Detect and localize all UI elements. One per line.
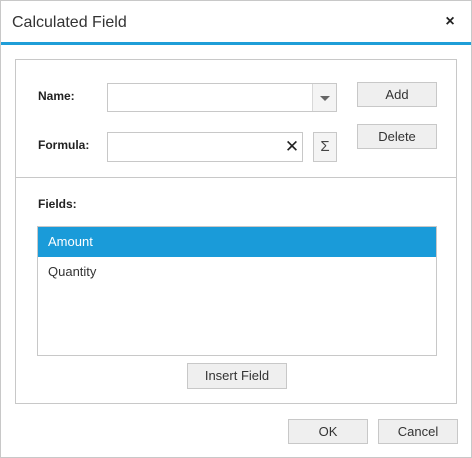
insert-field-button[interactable]: Insert Field — [187, 363, 287, 389]
dialog-header: Calculated Field × — [1, 1, 471, 45]
fields-list[interactable]: Amount Quantity — [37, 226, 437, 356]
formula-field[interactable]: ✕ — [107, 132, 303, 162]
ok-button[interactable]: OK — [288, 419, 368, 444]
fields-label: Fields: — [38, 197, 77, 211]
name-label: Name: — [38, 89, 75, 103]
field-definition-section: Name: Formula: ✕ Σ Add Delete — [16, 60, 456, 178]
list-item-quantity[interactable]: Quantity — [38, 257, 436, 287]
clear-icon[interactable]: ✕ — [284, 138, 300, 156]
name-input[interactable] — [108, 84, 313, 111]
close-icon[interactable]: × — [441, 13, 459, 31]
name-combobox[interactable] — [107, 83, 337, 112]
sigma-icon[interactable]: Σ — [313, 132, 337, 162]
add-button[interactable]: Add — [357, 82, 437, 107]
formula-label: Formula: — [38, 138, 90, 152]
formula-input[interactable] — [108, 133, 278, 161]
delete-button[interactable]: Delete — [357, 124, 437, 149]
calculated-field-dialog: Calculated Field × Name: Formula: ✕ Σ Ad… — [0, 0, 472, 458]
form-panel: Name: Formula: ✕ Σ Add Delete Fields: Am… — [15, 59, 457, 404]
dialog-title: Calculated Field — [12, 14, 127, 31]
chevron-down-icon[interactable] — [312, 84, 336, 111]
list-item-amount[interactable]: Amount — [38, 227, 436, 257]
cancel-button[interactable]: Cancel — [378, 419, 458, 444]
